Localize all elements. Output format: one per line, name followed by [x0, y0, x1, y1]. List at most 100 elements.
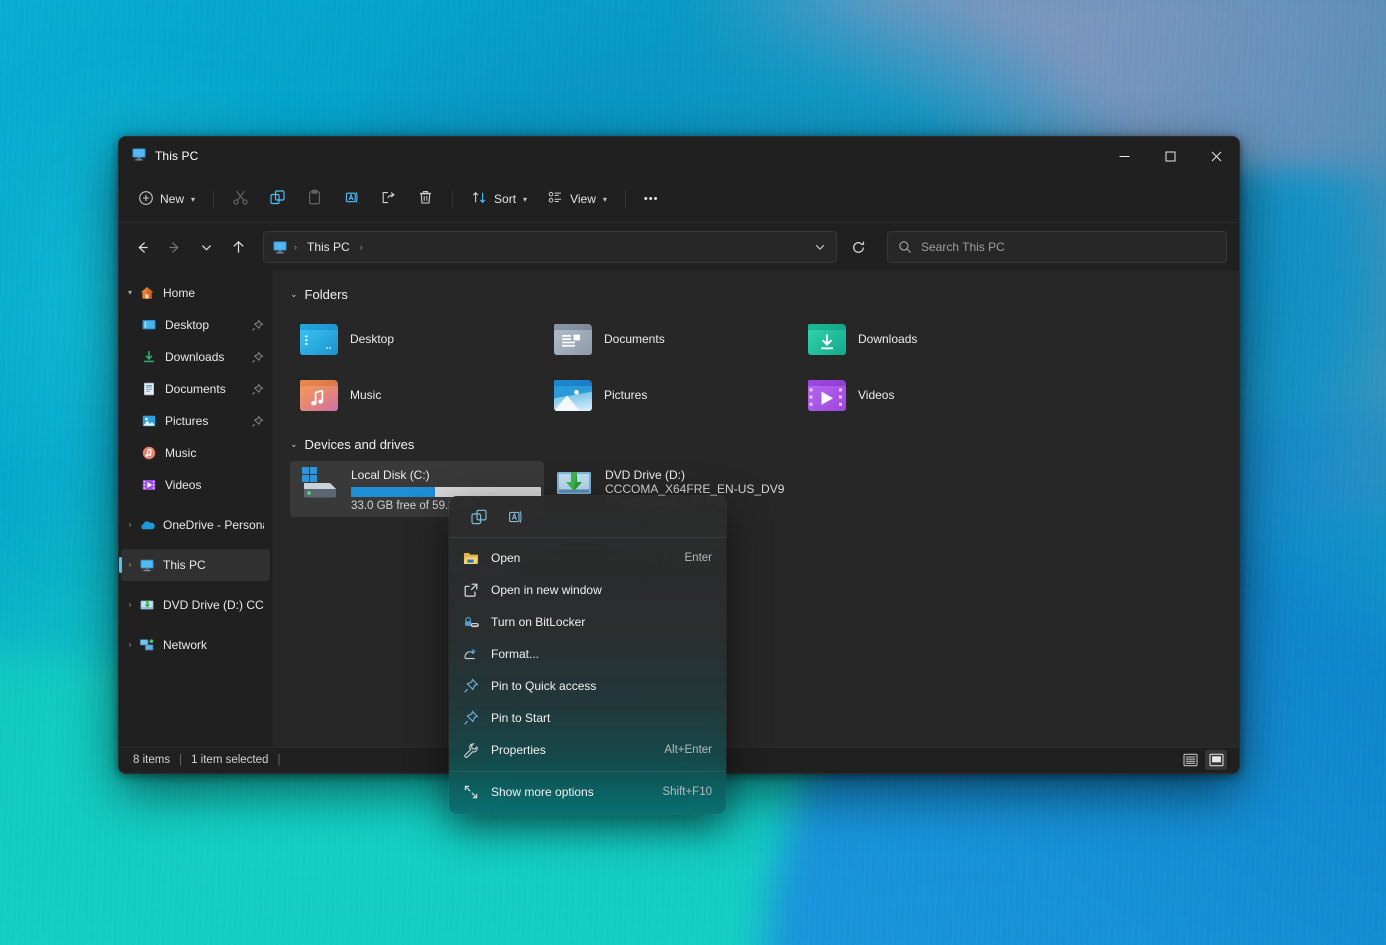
chevron-down-icon[interactable]: ⌄ [290, 439, 298, 450]
rename-button[interactable] [334, 183, 369, 215]
sidebar-item-label: Downloads [165, 350, 251, 364]
recent-locations-button[interactable] [191, 232, 221, 262]
selection-status: 1 item selected [191, 754, 268, 766]
chevron-down-icon: ▾ [523, 195, 527, 204]
breadcrumb-item-this-pc[interactable]: This PC [302, 237, 355, 257]
context-menu-item-open-in-new-window[interactable]: Open in new window [449, 574, 726, 606]
item-count: 8 items [133, 754, 170, 766]
drive-name: DVD Drive (D:) [605, 468, 788, 482]
scissors-icon [232, 189, 249, 209]
context-menu-label: Pin to Start [491, 711, 702, 725]
folder-label: Documents [604, 332, 665, 346]
folder-tile-documents[interactable]: Documents [544, 311, 798, 367]
sidebar-item-label: Pictures [165, 414, 251, 428]
sidebar-item-dvd-drive[interactable]: › DVD Drive (D:) CCCO [121, 589, 270, 621]
pin-icon[interactable] [251, 319, 264, 332]
folder-tile-pictures[interactable]: Pictures [544, 367, 798, 423]
sidebar-item-network[interactable]: › Network [121, 629, 270, 661]
navigation-pane[interactable]: ▾ Home [119, 271, 274, 747]
sidebar-item-videos[interactable]: Videos [121, 469, 270, 501]
sidebar-item-label: Desktop [165, 318, 251, 332]
sidebar-item-documents[interactable]: Documents [121, 373, 270, 405]
folders-group-header[interactable]: ⌄ Folders [290, 281, 1225, 307]
minimize-button[interactable] [1101, 137, 1147, 175]
folder-tile-music[interactable]: Music [290, 367, 544, 423]
see-more-button[interactable]: ••• [635, 183, 668, 215]
chevron-right-icon[interactable]: › [121, 521, 139, 529]
context-menu-item-pin-to-quick-access[interactable]: Pin to Quick access [449, 670, 726, 702]
address-bar[interactable]: › This PC › [263, 231, 837, 263]
delete-button[interactable] [408, 183, 443, 215]
chevron-right-icon[interactable]: › [121, 561, 139, 569]
sidebar-item-pictures[interactable]: Pictures [121, 405, 270, 437]
paste-button[interactable] [297, 183, 332, 215]
downloads-folder-icon [808, 324, 846, 355]
wrench-icon [463, 742, 479, 758]
context-menu-label: Format... [491, 647, 702, 661]
folder-label: Downloads [858, 332, 917, 346]
context-menu-item-open[interactable]: Open Enter [449, 542, 726, 574]
context-menu[interactable]: Open Enter Open in new window [449, 496, 726, 814]
chevron-down-icon[interactable]: ⌄ [290, 289, 298, 300]
sidebar-item-downloads[interactable]: Downloads [121, 341, 270, 373]
folder-tile-desktop[interactable]: Desktop [290, 311, 544, 367]
context-menu-label: Pin to Quick access [491, 679, 702, 693]
folder-tile-videos[interactable]: Videos [798, 367, 1052, 423]
sidebar-item-this-pc[interactable]: › This PC [121, 549, 270, 581]
context-menu-item-show-more-options[interactable]: Show more options Shift+F10 [449, 776, 726, 808]
sidebar-item-home[interactable]: ▾ Home [121, 277, 270, 309]
chevron-down-icon[interactable]: ▾ [121, 289, 139, 297]
back-button[interactable] [127, 232, 157, 262]
large-icons-view-toggle[interactable] [1205, 750, 1227, 770]
sidebar-item-onedrive[interactable]: › OneDrive - Personal [121, 509, 270, 541]
context-copy-button[interactable] [463, 502, 495, 532]
address-this-pc-icon [272, 239, 288, 255]
content-pane[interactable]: ⌄ Folders [274, 271, 1239, 747]
new-button[interactable]: New ▾ [129, 183, 204, 215]
maximize-button[interactable] [1147, 137, 1193, 175]
context-menu-item-pin-to-start[interactable]: Pin to Start [449, 702, 726, 734]
context-menu-item-turn-on-bitlocker[interactable]: Turn on BitLocker [449, 606, 726, 638]
details-view-toggle[interactable] [1179, 750, 1201, 770]
pin-icon[interactable] [251, 383, 264, 396]
context-menu-item-format[interactable]: Format... [449, 638, 726, 670]
folder-tile-downloads[interactable]: Downloads [798, 311, 1052, 367]
drives-group-title: Devices and drives [305, 437, 415, 452]
share-button[interactable] [371, 183, 406, 215]
close-button[interactable] [1193, 137, 1239, 175]
sort-button-label: Sort [494, 192, 516, 206]
folders-group-title: Folders [305, 287, 348, 302]
pin-icon [463, 678, 479, 694]
command-bar: New ▾ [119, 175, 1239, 223]
sidebar-item-music[interactable]: Music [121, 437, 270, 469]
this-pc-icon [139, 557, 155, 573]
context-rename-button[interactable] [499, 502, 531, 532]
search-input[interactable]: Search This PC [887, 231, 1227, 263]
up-button[interactable] [223, 232, 253, 262]
refresh-button[interactable] [843, 232, 873, 262]
view-button[interactable]: View ▾ [538, 183, 616, 215]
drives-group-header[interactable]: ⌄ Devices and drives [290, 431, 1225, 457]
chevron-right-icon[interactable]: › [121, 601, 139, 609]
chevron-right-icon[interactable]: › [121, 641, 139, 649]
sort-button[interactable]: Sort ▾ [462, 183, 536, 215]
title-bar: This PC [119, 137, 1239, 175]
toolbar-divider-2 [452, 190, 453, 208]
breadcrumb-separator-2[interactable]: › [359, 242, 364, 252]
drive-usage-fill [351, 487, 435, 497]
pin-icon[interactable] [251, 415, 264, 428]
address-dropdown-button[interactable] [808, 235, 832, 259]
chevron-down-icon: ▾ [191, 195, 195, 204]
sort-icon [471, 189, 488, 209]
window-title: This PC [155, 149, 198, 163]
forward-button[interactable] [159, 232, 189, 262]
context-menu-label: Show more options [491, 785, 652, 799]
share-icon [380, 189, 397, 209]
copy-button[interactable] [260, 183, 295, 215]
context-menu-item-properties[interactable]: Properties Alt+Enter [449, 734, 726, 766]
sidebar-item-desktop[interactable]: Desktop [121, 309, 270, 341]
cut-button[interactable] [223, 183, 258, 215]
pictures-icon [141, 413, 157, 429]
downloads-icon [141, 349, 157, 365]
pin-icon[interactable] [251, 351, 264, 364]
